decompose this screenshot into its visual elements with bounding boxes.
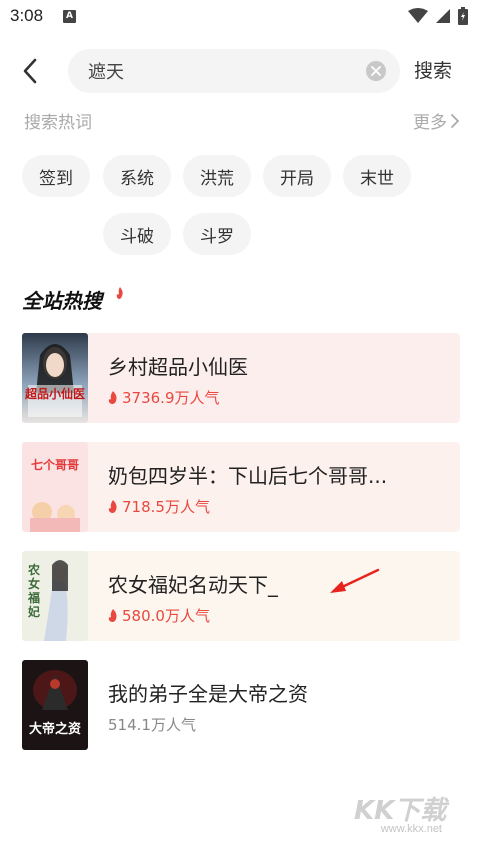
- close-icon: [371, 66, 381, 76]
- ranking-title: 全站热搜: [22, 289, 102, 313]
- search-button[interactable]: 搜索: [414, 56, 452, 83]
- hot-tag[interactable]: 签到: [22, 155, 90, 197]
- book-popularity: 514.1万人气: [108, 714, 196, 735]
- book-popularity: 718.5万人气: [108, 496, 210, 517]
- cover-title: 超品小仙医: [25, 387, 86, 401]
- watermark-url: www.kkx.net: [380, 823, 442, 835]
- hot-tag[interactable]: 系统: [103, 155, 171, 197]
- status-bar: 3:08 A: [0, 0, 480, 34]
- popularity-value: 580.0万人气: [122, 607, 210, 625]
- flame-icon: [108, 500, 117, 513]
- book-title: 奶包四岁半：下山后七个哥哥...: [108, 464, 388, 488]
- flame-icon: [116, 284, 124, 303]
- book-cover: 七个哥哥: [22, 442, 88, 532]
- watermark: KK下载 www.kkx.net: [352, 791, 472, 835]
- book-item[interactable]: 七个哥哥 奶包四岁半：下山后七个哥哥... 718.5万人气: [22, 442, 460, 532]
- more-label: 更多: [413, 113, 447, 133]
- chevron-left-icon: [23, 58, 37, 84]
- book-item[interactable]: 超品小仙医 乡村超品小仙医 3736.9万人气: [22, 333, 460, 423]
- svg-text:KK下载: KK下载: [354, 796, 450, 826]
- status-time: 3:08: [10, 6, 44, 25]
- book-cover: 农女福妃: [22, 551, 88, 641]
- hot-tag[interactable]: 斗罗: [183, 213, 251, 255]
- chevron-right-icon: [451, 113, 460, 128]
- book-title: 农女福妃名动天下_: [108, 573, 278, 597]
- cover-title: 七个哥哥: [30, 458, 79, 472]
- search-box[interactable]: [68, 49, 400, 93]
- book-cover: 超品小仙医: [22, 333, 88, 423]
- back-button[interactable]: [16, 54, 44, 88]
- hot-words-title: 搜索热词: [24, 113, 92, 133]
- book-title: 乡村超品小仙医: [108, 355, 248, 379]
- flame-icon: [108, 609, 117, 622]
- book-popularity: 580.0万人气: [108, 605, 210, 626]
- popularity-value: 718.5万人气: [122, 498, 210, 516]
- book-item[interactable]: 农女福妃 农女福妃名动天下_ 580.0万人气: [22, 551, 460, 641]
- hot-words-header: 搜索热词 更多: [24, 108, 460, 134]
- battery-icon: [458, 7, 468, 29]
- cover-title: 农女福妃: [27, 563, 40, 619]
- status-icons: [408, 7, 468, 29]
- notification-badge: A: [63, 10, 76, 23]
- signal-icon: [435, 8, 451, 28]
- search-header: 搜索: [0, 46, 480, 96]
- book-cover: 大帝之资: [22, 660, 88, 750]
- book-popularity: 3736.9万人气: [108, 387, 220, 408]
- popularity-value: 514.1万人气: [108, 716, 196, 734]
- annotation-arrow-icon: [330, 568, 380, 593]
- clear-search-button[interactable]: [366, 61, 386, 81]
- hot-tag[interactable]: 末世: [343, 155, 411, 197]
- book-title: 我的弟子全是大帝之资: [108, 682, 308, 706]
- wifi-icon: [408, 8, 428, 28]
- search-input[interactable]: [88, 49, 358, 93]
- more-link[interactable]: 更多: [413, 108, 460, 133]
- popularity-value: 3736.9万人气: [122, 389, 220, 407]
- hot-tag[interactable]: 洪荒: [183, 155, 251, 197]
- hot-tag[interactable]: 斗破: [103, 213, 171, 255]
- cover-title: 大帝之资: [28, 722, 81, 737]
- flame-icon: [108, 391, 117, 404]
- hot-tag[interactable]: 开局: [263, 155, 331, 197]
- book-item[interactable]: 大帝之资 我的弟子全是大帝之资 514.1万人气: [22, 660, 460, 750]
